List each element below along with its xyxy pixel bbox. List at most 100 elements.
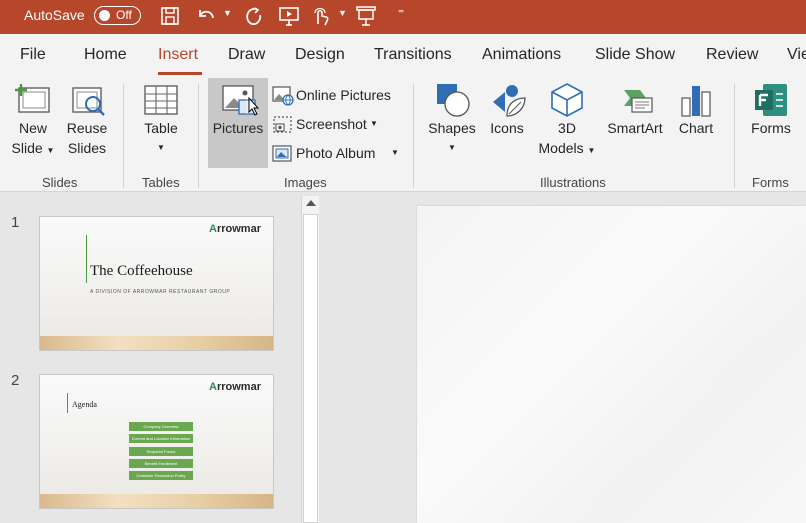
- group-label-forms: Forms: [752, 175, 789, 190]
- forms-label: Forms: [751, 120, 791, 136]
- table-icon: [144, 85, 178, 115]
- present-icon[interactable]: [354, 5, 378, 27]
- photo-album-dropdown-icon: ▼: [391, 148, 399, 157]
- pictures-icon: [222, 85, 259, 116]
- screenshot-label: Screenshot: [296, 116, 367, 132]
- new-slide-dropdown-icon: ▼: [46, 146, 55, 155]
- screenshot-icon: [273, 116, 292, 133]
- tab-home[interactable]: Home: [84, 46, 127, 64]
- agenda-item: Required Forms: [129, 447, 193, 456]
- shapes-label: Shapes: [428, 120, 476, 136]
- table-button[interactable]: Table ▼: [138, 82, 184, 158]
- group-divider: [734, 84, 735, 188]
- online-pictures-label: Online Pictures: [296, 87, 391, 103]
- group-label-tables: Tables: [142, 175, 180, 190]
- reuse-slides-label-1: Reuse: [66, 120, 108, 136]
- tab-insert[interactable]: Insert: [158, 46, 198, 64]
- arrowmar-logo: Arrowmar: [209, 381, 261, 393]
- group-label-illustrations: Illustrations: [540, 175, 606, 190]
- agenda-item: Company Overview: [129, 422, 193, 431]
- autosave-toggle[interactable]: Off: [94, 6, 141, 25]
- touch-mode-dropdown-icon[interactable]: ▼: [338, 8, 347, 18]
- 3d-models-label-1: 3D: [558, 120, 576, 136]
- 3d-models-button[interactable]: 3D Models ▼: [536, 82, 598, 161]
- tab-animations[interactable]: Animations: [482, 46, 561, 64]
- accent-line: [67, 393, 68, 413]
- autosave-state: Off: [116, 8, 132, 22]
- shapes-dropdown-icon: ▼: [448, 143, 456, 152]
- pictures-label: Pictures: [212, 120, 264, 136]
- ribbon-insert: New Slide ▼ Reuse Slides Slides Table ▼ …: [0, 78, 806, 192]
- reuse-slides-label-2: Slides: [67, 140, 107, 156]
- online-pictures-icon: [272, 86, 294, 106]
- slide-floor-image: [40, 336, 273, 350]
- save-icon[interactable]: [158, 5, 182, 27]
- redo-icon[interactable]: [240, 5, 264, 27]
- shapes-icon: [437, 84, 470, 117]
- 3d-cube-icon: [551, 83, 583, 117]
- 3d-models-label-2: Models: [538, 140, 584, 156]
- new-slide-label-1: New: [18, 120, 47, 136]
- chart-label: Chart: [678, 120, 714, 136]
- customize-quick-access-icon[interactable]: ⁼: [398, 6, 404, 20]
- toggle-knob: [99, 10, 110, 21]
- icons-button[interactable]: Icons: [486, 82, 528, 138]
- tab-transitions[interactable]: Transitions: [374, 46, 452, 64]
- thumbnail-scrollbar[interactable]: [301, 196, 319, 523]
- slide-title: The Coffeehouse: [90, 263, 193, 279]
- forms-button[interactable]: Forms: [746, 82, 796, 138]
- group-divider: [123, 84, 124, 188]
- tab-view[interactable]: Vie: [787, 46, 806, 64]
- accent-line: [86, 235, 87, 283]
- smartart-button[interactable]: SmartArt: [604, 82, 666, 138]
- undo-dropdown-icon[interactable]: ▼: [223, 8, 232, 18]
- reuse-slides-icon: [72, 87, 105, 116]
- smartart-label: SmartArt: [607, 120, 663, 136]
- photo-album-label: Photo Album: [296, 145, 376, 161]
- group-divider: [198, 84, 199, 188]
- group-label-slides: Slides: [42, 175, 78, 190]
- arrowmar-logo: Arrowmar: [209, 223, 261, 235]
- 3d-models-dropdown-icon: ▼: [587, 146, 596, 155]
- start-from-beginning-icon[interactable]: [277, 5, 301, 27]
- scroll-thumb[interactable]: [303, 214, 318, 523]
- pictures-button[interactable]: Pictures: [208, 82, 268, 138]
- undo-icon[interactable]: [194, 5, 218, 27]
- icons-label: Icons: [490, 120, 524, 136]
- chart-button[interactable]: Chart: [674, 82, 718, 138]
- screenshot-dropdown-icon: ▼: [370, 119, 378, 128]
- table-dropdown-icon: ▼: [157, 143, 165, 152]
- slide-title: Agenda: [72, 400, 97, 409]
- autosave-label: AutoSave: [24, 7, 85, 23]
- slide-floor-image: [40, 494, 273, 508]
- active-tab-indicator: [158, 72, 202, 75]
- scroll-up-icon[interactable]: [306, 200, 316, 206]
- slide-subtitle: A DIVISION OF ARROWMAR RESTAURANT GROUP: [90, 289, 231, 295]
- tab-file[interactable]: File: [20, 46, 46, 64]
- tab-design[interactable]: Design: [295, 46, 345, 64]
- group-label-images: Images: [284, 175, 327, 190]
- forms-icon: [755, 84, 787, 116]
- tab-draw[interactable]: Draw: [228, 46, 265, 64]
- photo-album-icon: [272, 145, 292, 162]
- slide-thumbnail-1[interactable]: Arrowmar The Coffeehouse A DIVISION OF A…: [39, 216, 274, 351]
- shapes-button[interactable]: Shapes ▼: [426, 82, 478, 158]
- smartart-icon: [624, 90, 653, 113]
- tab-review[interactable]: Review: [706, 46, 758, 64]
- agenda-item: Benefit Enrollment: [129, 459, 193, 468]
- icons-icon: [493, 85, 526, 117]
- agenda-item: Customer Resolution Policy: [129, 471, 193, 480]
- table-label: Table: [144, 120, 178, 136]
- touch-mode-icon[interactable]: [309, 5, 333, 27]
- reuse-slides-button[interactable]: Reuse Slides: [64, 82, 110, 158]
- new-slide-button[interactable]: New Slide ▼: [8, 82, 58, 161]
- slide-thumbnail-2[interactable]: Arrowmar Agenda Company Overview Current…: [39, 374, 274, 509]
- group-divider: [413, 84, 414, 188]
- ribbon-tabs: File Home Insert Draw Design Transitions…: [0, 34, 806, 78]
- tab-slide-show[interactable]: Slide Show: [595, 46, 675, 64]
- slide-number: 1: [11, 214, 20, 231]
- chart-icon: [681, 86, 711, 117]
- slide-number: 2: [11, 372, 20, 389]
- new-slide-label-2: Slide: [11, 140, 43, 156]
- main-slide-canvas[interactable]: [417, 206, 806, 523]
